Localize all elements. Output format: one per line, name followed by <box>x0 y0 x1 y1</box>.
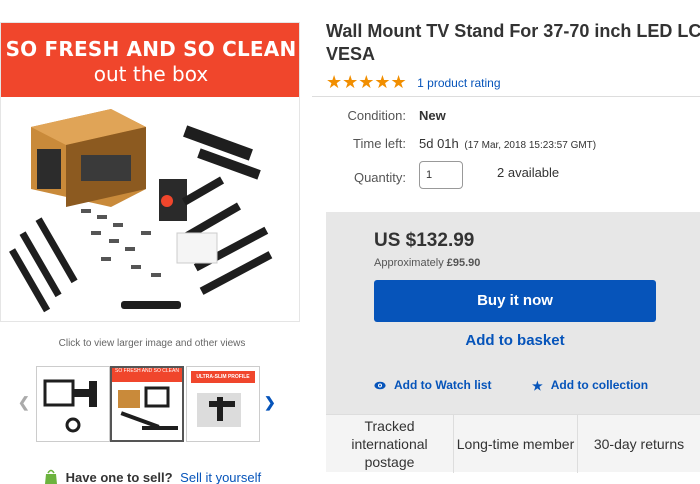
hero-banner: SO FRESH AND SO CLEAN out the box <box>1 23 299 97</box>
rating-link[interactable]: 1 product rating <box>417 76 500 90</box>
thumbnail-1[interactable] <box>36 366 110 442</box>
price: US $132.99 <box>374 230 475 251</box>
add-to-collection-link[interactable]: ★ Add to collection <box>532 378 648 393</box>
approx-prefix: Approximately <box>374 257 444 269</box>
time-left-duration: 5d 01h <box>419 136 459 151</box>
watch-list-label: Add to Watch list <box>394 378 492 392</box>
sell-prompt: Have one to sell? Sell it yourself <box>44 469 261 484</box>
badge-long-time-member: Long-time member <box>454 415 578 473</box>
chevron-left-icon[interactable]: ❮ <box>18 394 30 411</box>
badge-tracked-postage: Tracked international postage <box>326 415 454 473</box>
main-product-image[interactable]: SO FRESH AND SO CLEAN out the box <box>0 22 300 322</box>
time-left-label: Time left: <box>353 136 406 151</box>
condition-value: New <box>419 108 446 123</box>
condition-label: Condition: <box>347 108 406 123</box>
rating-stars-icon: ★★★★★ <box>326 72 407 92</box>
chevron-right-icon[interactable]: ❯ <box>264 394 276 411</box>
quantity-input[interactable] <box>419 161 463 189</box>
thumbnail-2-caption: SO FRESH AND SO CLEAN <box>112 368 182 382</box>
thumbnail-strip: ❮ SO FRESH AND SO CLEAN ULTRA-SLIM PROFI… <box>14 364 284 444</box>
trust-badges: Tracked international postage Long-time … <box>326 414 700 473</box>
thumbnail-slim-image <box>197 393 241 427</box>
time-left-value: 5d 01h (17 Mar, 2018 15:23:57 GMT) <box>419 136 596 151</box>
hero-banner-line1: SO FRESH AND SO CLEAN <box>5 37 297 61</box>
product-title-line1: Wall Mount TV Stand For 37-70 inch LED L… <box>326 21 700 41</box>
thumbnail-mount-image <box>43 379 97 433</box>
approx-value: £95.90 <box>446 257 481 269</box>
image-gallery: SO FRESH AND SO CLEAN out the box Click … <box>0 0 312 484</box>
add-to-watch-list-link[interactable]: Add to Watch list <box>374 378 492 392</box>
eye-icon <box>374 381 386 390</box>
divider <box>312 96 700 97</box>
view-larger-hint[interactable]: Click to view larger image and other vie… <box>0 338 304 349</box>
buy-box: US $132.99 Approximately £95.90 Buy it n… <box>326 212 700 414</box>
time-left-end-date: (17 Mar, 2018 15:23:57 GMT) <box>464 140 597 151</box>
add-to-basket-button[interactable]: Add to basket <box>374 332 656 349</box>
product-kit-illustration <box>9 109 273 313</box>
quantity-label: Quantity: <box>353 170 406 185</box>
available-count: 2 available <box>497 165 560 180</box>
buy-it-now-button[interactable]: Buy it now <box>374 280 656 322</box>
star-icon: ★ <box>532 379 543 393</box>
product-title-line2: VESA <box>326 44 376 64</box>
bag-icon <box>45 469 57 484</box>
sell-it-yourself-link[interactable]: Sell it yourself <box>180 470 261 484</box>
badge-returns: 30-day returns <box>593 436 685 452</box>
collection-label: Add to collection <box>550 378 649 392</box>
hero-banner-line2: out the box <box>93 62 209 86</box>
product-details: Wall Mount TV Stand For 37-70 inch LED L… <box>312 0 700 484</box>
thumbnail-3[interactable]: ULTRA-SLIM PROFILE <box>186 366 260 442</box>
thumbnail-3-caption: ULTRA-SLIM PROFILE <box>191 371 255 383</box>
thumbnail-kit-image <box>118 386 178 430</box>
approx-price: Approximately £95.90 <box>374 257 480 269</box>
rating-row: ★★★★★ 1 product rating <box>326 72 501 93</box>
sell-question: Have one to sell? <box>65 470 173 484</box>
thumbnail-2[interactable]: SO FRESH AND SO CLEAN <box>110 366 184 442</box>
product-title: Wall Mount TV Stand For 37-70 inch LED L… <box>326 20 700 66</box>
